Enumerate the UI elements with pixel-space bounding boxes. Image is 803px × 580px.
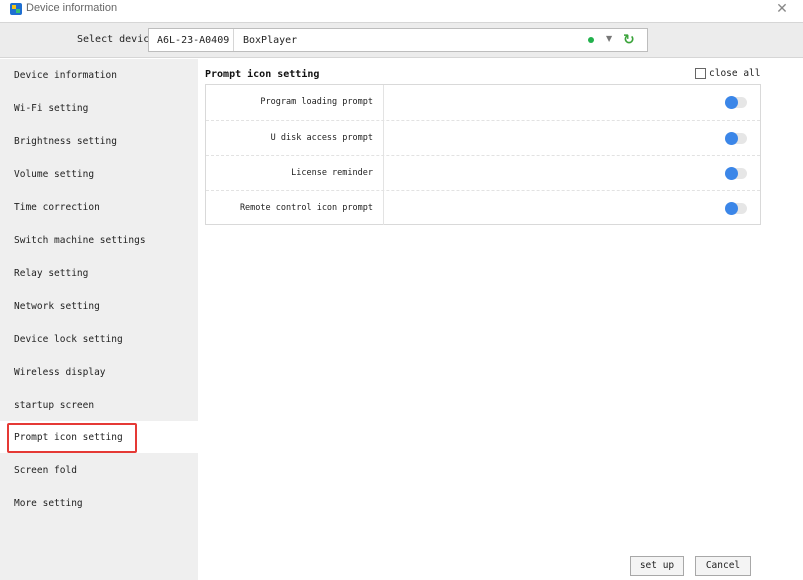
close-icon[interactable]: ✕ [773,0,791,18]
title-bar: Device information ✕ [0,0,803,18]
prompt-settings-table: Program loading prompt U disk access pro… [205,84,761,225]
window-title: Device information [26,2,118,14]
sidebar-item-startup-screen[interactable]: startup screen [0,389,198,421]
device-select-bar: Select device: A6L-23-A0409 BoxPlayer ▼ … [0,22,803,58]
sidebar-item-label: Wireless display [14,367,106,378]
toggle-knob [725,96,738,109]
setting-row-u-disk-access-prompt: U disk access prompt [206,120,760,155]
sidebar-item-label: Network setting [14,301,100,312]
device-select[interactable]: A6L-23-A0409 BoxPlayer ▼ ↻ [148,28,648,52]
cancel-button[interactable]: Cancel [695,556,751,576]
online-status-icon [588,37,594,43]
u-disk-access-prompt-toggle[interactable] [725,132,747,145]
sidebar-item-device-lock-setting[interactable]: Device lock setting [0,323,198,355]
sidebar-item-label: Device lock setting [14,334,123,345]
device-id: A6L-23-A0409 [157,35,230,46]
sidebar-item-label: Volume setting [14,169,95,180]
sidebar-item-label: Device information [14,70,117,81]
sidebar-item-wifi-setting[interactable]: Wi-Fi setting [0,92,198,124]
app-icon [10,3,22,15]
sidebar: Device information Wi-Fi setting Brightn… [0,59,198,580]
toggle-knob [725,167,738,180]
sidebar-item-network-setting[interactable]: Network setting [0,290,198,322]
setup-button[interactable]: set up [630,556,684,576]
license-reminder-toggle[interactable] [725,167,747,180]
sidebar-item-label: Screen fold [14,465,77,476]
sidebar-item-more-setting[interactable]: More setting [0,487,198,519]
toggle-knob [725,202,738,215]
setting-row-program-loading-prompt: Program loading prompt [206,85,760,120]
sidebar-item-switch-machine-settings[interactable]: Switch machine settings [0,224,198,256]
sidebar-item-volume-setting[interactable]: Volume setting [0,158,198,190]
sidebar-item-label: More setting [14,498,83,509]
program-loading-prompt-toggle[interactable] [725,96,747,109]
close-all-label: close all [709,68,761,79]
main-panel: Prompt icon setting close all Program lo… [198,59,803,580]
sidebar-item-prompt-icon-setting[interactable]: Prompt icon setting [0,421,198,453]
refresh-icon[interactable]: ↻ [623,32,635,48]
sidebar-item-label: Prompt icon setting [14,432,123,443]
sidebar-item-wireless-display[interactable]: Wireless display [0,356,198,388]
sidebar-item-brightness-setting[interactable]: Brightness setting [0,125,198,157]
setting-label: Remote control icon prompt [206,191,384,225]
remote-control-icon-prompt-toggle[interactable] [725,202,747,215]
device-name: BoxPlayer [243,35,298,46]
setting-label: Program loading prompt [206,85,384,120]
setting-label: License reminder [206,156,384,190]
sidebar-item-label: Relay setting [14,268,89,279]
sidebar-item-label: Time correction [14,202,100,213]
close-all-checkbox[interactable] [695,68,706,79]
device-select-divider [233,29,234,51]
sidebar-item-label: startup screen [14,400,95,411]
sidebar-item-label: Switch machine settings [14,235,146,246]
sidebar-item-relay-setting[interactable]: Relay setting [0,257,198,289]
sidebar-item-label: Brightness setting [14,136,117,147]
sidebar-item-time-correction[interactable]: Time correction [0,191,198,223]
sidebar-item-screen-fold[interactable]: Screen fold [0,454,198,486]
sidebar-item-label: Wi-Fi setting [14,103,89,114]
chevron-down-icon[interactable]: ▼ [606,34,612,43]
section-title: Prompt icon setting [205,69,320,80]
sidebar-item-device-information[interactable]: Device information [0,59,198,91]
setting-label: U disk access prompt [206,121,384,155]
toggle-knob [725,132,738,145]
setting-row-license-reminder: License reminder [206,155,760,190]
setting-row-remote-control-icon-prompt: Remote control icon prompt [206,190,760,225]
